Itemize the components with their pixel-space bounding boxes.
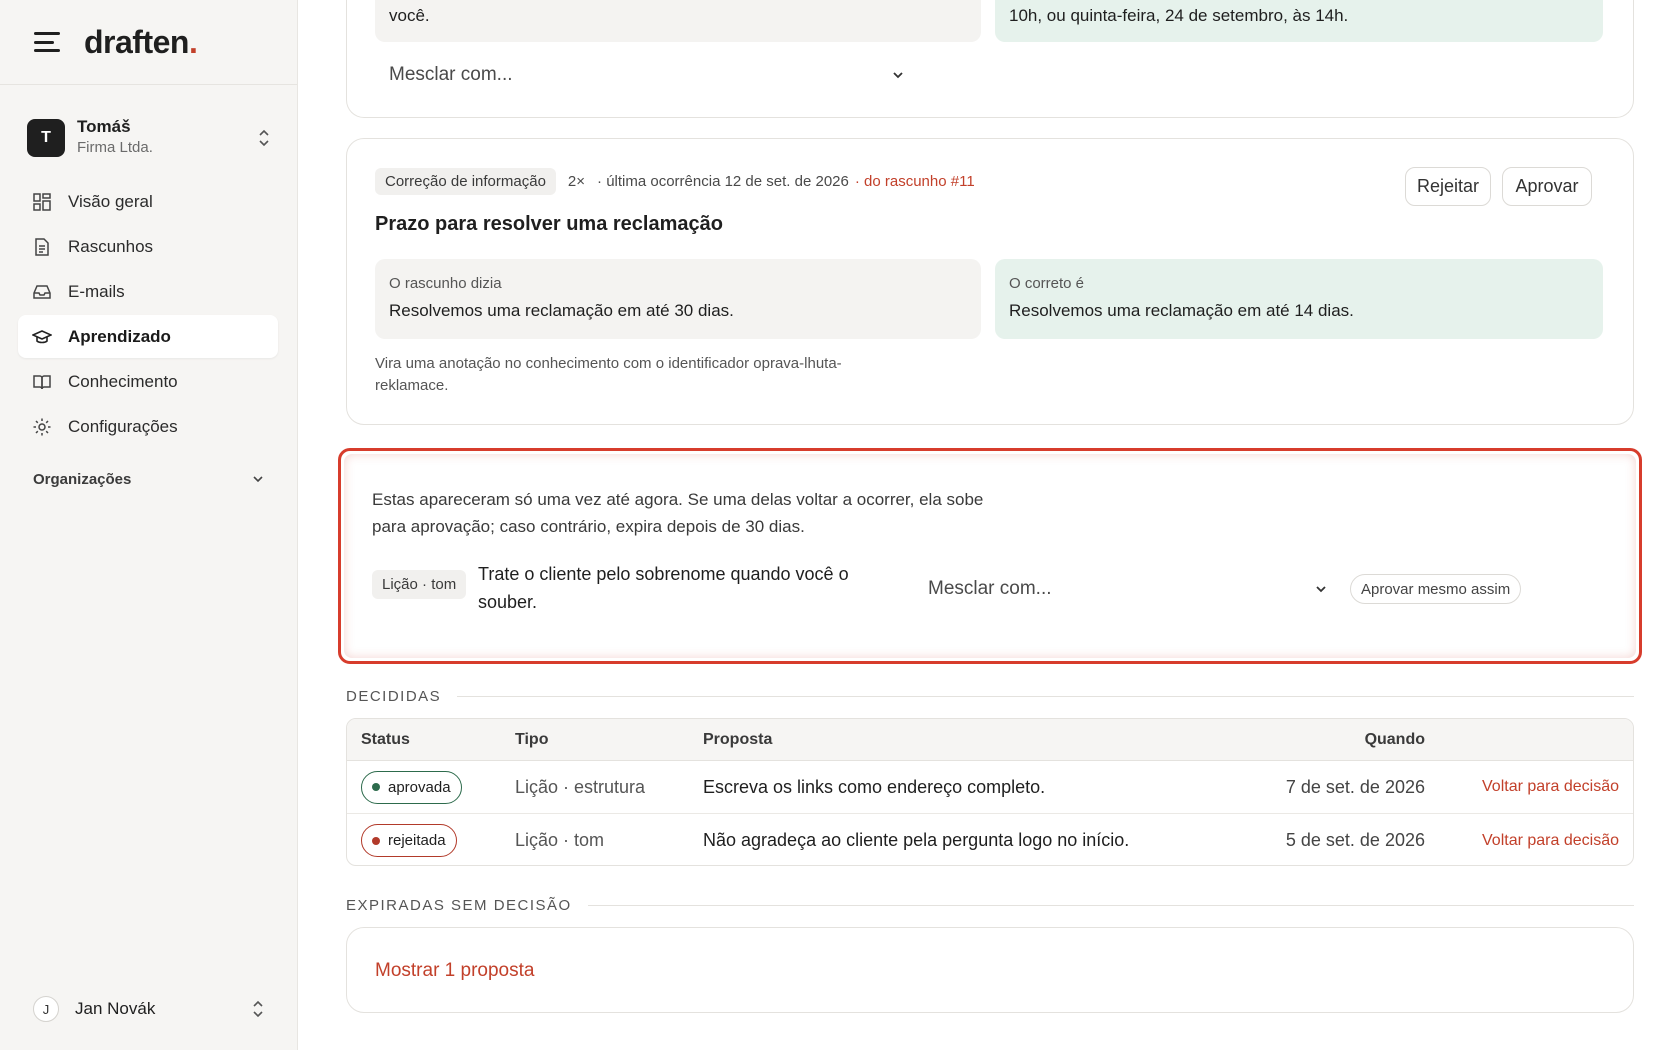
correct-box: 10h, ou quinta-feira, 24 de setembro, às… [995, 0, 1603, 42]
sidebar-item-label: E-mails [68, 281, 125, 301]
row-tipo: Lição · estrutura [515, 776, 646, 797]
column-header-quando: Quando [1364, 730, 1425, 748]
sidebar-item-configuracoes[interactable]: Configurações [18, 405, 278, 448]
table-row: aprovada Lição · estrutura Escreva os li… [347, 761, 1633, 814]
approve-anyway-button[interactable]: Aprovar mesmo assim [1350, 574, 1522, 604]
book-icon [32, 372, 52, 392]
type-chip: Correção de informação [375, 168, 556, 195]
inbox-icon [32, 282, 52, 302]
status-badge-rejected: rejeitada [361, 824, 457, 857]
decided-section-header: DECIDIDAS [346, 688, 1634, 705]
sidebar-nav: Visão geral Rascunhos E-mails Aprendizad… [18, 180, 278, 450]
sidebar-item-label: Aprendizado [68, 326, 171, 346]
organizations-toggle[interactable]: Organizações [33, 466, 264, 492]
chevron-down-icon [893, 72, 903, 79]
correct-label: O correto é [1009, 275, 1085, 292]
decided-section-label: DECIDIDAS [346, 688, 442, 705]
lesson-chip: Lição · tom [372, 570, 467, 599]
correct-text: Resolvemos uma reclamação em até 14 dias… [1009, 301, 1354, 320]
merge-select[interactable]: Mesclar com... [928, 574, 1328, 604]
draft-label: O rascunho dizia [389, 275, 502, 292]
logo[interactable]: draften. [84, 24, 198, 61]
expired-section-label: EXPIRADAS SEM DECISÃO [346, 897, 572, 914]
status-badge-approved: aprovada [361, 770, 462, 804]
column-header-tipo: Tipo [515, 730, 549, 748]
last-occurrence: · última ocorrência 12 de set. de 2026 [597, 173, 849, 190]
grid-icon [32, 192, 52, 212]
merge-select-value: Mesclar com... [928, 578, 1052, 599]
draft-box: você. [375, 0, 981, 42]
show-expired-link[interactable]: Mostrar 1 proposta [375, 960, 534, 982]
draft-text: Resolvemos uma reclamação em até 30 dias… [389, 301, 734, 320]
reject-button[interactable]: Rejeitar [1405, 167, 1491, 206]
main-content: você. 10h, ou quinta-feira, 24 de setemb… [298, 0, 1680, 1050]
chevron-down-icon [253, 476, 263, 483]
sidebar-item-label: Visão geral [68, 191, 153, 211]
account-avatar: T [27, 119, 65, 157]
row-proposta: Não agradeça ao cliente pela pergunta lo… [703, 830, 1130, 850]
table-row: rejeitada Lição · tom Não agradeça ao cl… [347, 814, 1633, 865]
expired-section-header: EXPIRADAS SEM DECISÃO [346, 897, 1634, 914]
sidebar-item-label: Configurações [68, 416, 178, 436]
merge-select[interactable]: Mesclar com... [389, 60, 905, 90]
chevron-up-down-icon [255, 127, 273, 149]
column-header-proposta: Proposta [703, 730, 773, 748]
sidebar-item-emails[interactable]: E-mails [18, 270, 278, 313]
user-menu[interactable]: J Jan Novák [33, 994, 264, 1024]
sidebar-item-visao-geral[interactable]: Visão geral [18, 180, 278, 223]
row-quando: 5 de set. de 2026 [1285, 830, 1425, 850]
graduation-cap-icon [32, 327, 52, 347]
row-proposta: Escreva os links como endereço completo. [703, 776, 1046, 797]
sidebar-item-rascunhos[interactable]: Rascunhos [18, 225, 278, 268]
chevron-up-down-icon [253, 1000, 263, 1018]
sidebar-item-aprendizado[interactable]: Aprendizado [18, 315, 278, 358]
document-icon [32, 237, 52, 257]
user-name: Jan Novák [75, 999, 156, 1018]
correct-box: O correto é Resolvemos uma reclamação em… [995, 259, 1603, 339]
single-occurrence-card: Estas apareceram só uma vez até agora. S… [344, 454, 1636, 658]
chevron-down-icon [1316, 586, 1326, 593]
proposal-title: Prazo para resolver uma reclamação [375, 213, 723, 235]
menu-icon[interactable] [34, 32, 60, 52]
row-tipo: Lição · tom [515, 830, 605, 850]
column-header-status: Status [361, 730, 410, 748]
single-occurrence-intro: Estas apareceram só uma vez até agora. S… [372, 490, 984, 536]
user-avatar: J [33, 996, 59, 1022]
merge-select-value: Mesclar com... [389, 64, 513, 85]
lesson-text: Trate o cliente pelo sobrenome quando vo… [478, 564, 849, 612]
sidebar: draften. T Tomáš Firma Ltda. Visão geral… [0, 0, 298, 1050]
decided-table: Status Tipo Proposta Quando aprovada Liç… [346, 718, 1634, 866]
sidebar-item-label: Conhecimento [68, 371, 178, 391]
knowledge-note: Vira uma anotação no conhecimento com o … [375, 355, 842, 394]
revert-decision-link[interactable]: Voltar para decisão [1482, 778, 1619, 796]
source-draft-link[interactable]: · do rascunho #11 [855, 173, 975, 190]
occurrence-count: 2× [567, 173, 586, 190]
draft-text: você. [389, 6, 430, 25]
sidebar-item-conhecimento[interactable]: Conhecimento [18, 360, 278, 403]
account-org: Firma Ltda. [77, 139, 153, 156]
account-name: Tomáš [77, 117, 131, 136]
sidebar-item-label: Rascunhos [68, 236, 154, 256]
revert-decision-link[interactable]: Voltar para decisão [1482, 832, 1619, 850]
gear-icon [32, 417, 52, 437]
expired-card: Mostrar 1 proposta [346, 927, 1634, 1013]
organizations-label: Organizações [33, 470, 132, 488]
table-header: Status Tipo Proposta Quando [347, 719, 1633, 761]
correct-text: 10h, ou quinta-feira, 24 de setembro, às… [1009, 6, 1349, 25]
account-switcher[interactable]: T Tomáš Firma Ltda. [27, 117, 273, 159]
proposal-card-correction: Correção de informação 2× · última ocorr… [346, 138, 1634, 425]
proposal-card-previous: você. 10h, ou quinta-feira, 24 de setemb… [346, 0, 1634, 118]
brand-header: draften. [0, 0, 297, 85]
proposal-meta: Correção de informação 2× · última ocorr… [375, 168, 975, 195]
draft-box: O rascunho dizia Resolvemos uma reclamaç… [375, 259, 981, 339]
approve-button[interactable]: Aprovar [1502, 167, 1592, 206]
row-quando: 7 de set. de 2026 [1285, 776, 1425, 797]
